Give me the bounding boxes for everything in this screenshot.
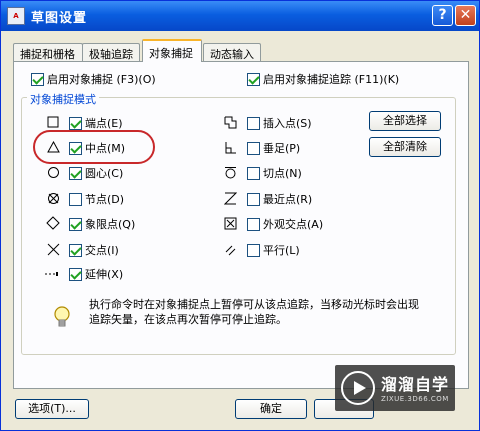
osnap-perpendicular-checkbox[interactable] <box>247 141 260 155</box>
osnap-insertion[interactable]: 插入点(S) <box>247 115 312 131</box>
app-icon: A <box>7 7 25 25</box>
close-button[interactable]: ✕ <box>455 5 476 26</box>
osnap-node-checkbox[interactable] <box>69 192 82 206</box>
tab-dynamic-input[interactable]: 动态输入 <box>203 43 261 62</box>
tab-object-snap[interactable]: 对象捕捉 <box>142 39 202 62</box>
osnap-extension[interactable]: 延伸(X) <box>69 266 123 282</box>
nearest-icon <box>223 191 237 205</box>
osnap-node-label: 节点(D) <box>85 193 125 206</box>
osnap-center-checkbox[interactable] <box>69 166 82 180</box>
osnap-intersection[interactable]: 交点(I) <box>69 242 119 258</box>
tracking-tip-text: 执行命令时在对象捕捉点上暂停可从该点追踪，当移动光标时会出现追踪矢量，在该点再次… <box>89 298 419 326</box>
osnap-extension-label: 延伸(X) <box>85 268 124 281</box>
osnap-tangent-checkbox[interactable] <box>247 166 260 180</box>
enable-tracking-check[interactable]: 启用对象捕捉追踪 (F11)(K) <box>247 71 399 87</box>
enable-osnap-label: 启用对象捕捉 (F3)(O) <box>47 73 156 86</box>
cross-icon <box>46 242 60 256</box>
osnap-extension-checkbox[interactable] <box>69 267 82 281</box>
osnap-tangent[interactable]: 切点(N) <box>247 165 302 181</box>
title-bar[interactable]: A 草图设置 ? ✕ <box>1 1 479 31</box>
osnap-parallel[interactable]: 平行(L) <box>247 242 300 258</box>
osnap-center-label: 圆心(C) <box>85 167 124 180</box>
osnap-endpoint-label: 端点(E) <box>85 117 123 130</box>
osnap-center[interactable]: 圆心(C) <box>69 165 123 181</box>
osnap-apparent-intersection-checkbox[interactable] <box>247 217 260 231</box>
osnap-parallel-label: 平行(L) <box>263 244 300 257</box>
perpendicular-icon <box>223 140 237 154</box>
extension-icon <box>44 266 58 280</box>
osnap-endpoint[interactable]: 端点(E) <box>69 115 123 131</box>
osnap-apparent-intersection[interactable]: 外观交点(A) <box>247 216 323 232</box>
osnap-nearest-checkbox[interactable] <box>247 192 260 206</box>
osnap-quadrant-checkbox[interactable] <box>69 217 82 231</box>
osnap-apparent-intersection-label: 外观交点(A) <box>263 218 324 231</box>
watermark-name: 溜溜自学 <box>381 375 450 394</box>
enable-tracking-checkbox[interactable] <box>247 72 260 86</box>
enable-osnap-check[interactable]: 启用对象捕捉 (F3)(O) <box>31 71 156 87</box>
help-button[interactable]: ? <box>432 5 453 26</box>
tab-polar-tracking[interactable]: 极轴追踪 <box>82 43 140 62</box>
osnap-tangent-label: 切点(N) <box>263 167 302 180</box>
watermark-url: ZIXUE.3D66.COM <box>381 395 449 403</box>
osnap-insertion-checkbox[interactable] <box>247 116 260 130</box>
node-icon <box>46 191 60 205</box>
parallel-icon <box>223 242 237 256</box>
osnap-intersection-checkbox[interactable] <box>69 243 82 257</box>
lightbulb-icon <box>53 305 71 334</box>
ok-button[interactable]: 确定 <box>235 399 307 419</box>
window-title: 草图设置 <box>31 11 88 26</box>
osnap-nearest-label: 最近点(R) <box>263 193 313 206</box>
osnap-perpendicular-label: 垂足(P) <box>263 142 301 155</box>
osnap-modes-title: 对象捕捉模式 <box>27 91 99 107</box>
clear-all-button[interactable]: 全部清除 <box>369 137 441 157</box>
osnap-perpendicular[interactable]: 垂足(P) <box>247 140 300 156</box>
enable-osnap-checkbox[interactable] <box>31 72 44 86</box>
diamond-icon <box>46 216 60 230</box>
tangent-icon <box>223 165 237 179</box>
circle-icon <box>46 165 60 179</box>
insertion-icon <box>223 115 237 129</box>
osnap-intersection-label: 交点(I) <box>85 244 119 257</box>
tab-snap-grid[interactable]: 捕捉和栅格 <box>13 43 83 62</box>
square-icon <box>46 115 60 129</box>
select-all-button[interactable]: 全部选择 <box>369 111 441 131</box>
apparent-intersection-icon <box>223 216 237 230</box>
watermark-overlay: 溜溜自学 ZIXUE.3D66.COM <box>335 365 455 411</box>
drafting-settings-dialog: A 草图设置 ? ✕ 捕捉和栅格 极轴追踪 对象捕捉 动态输入 启用对象捕捉 (… <box>0 0 480 431</box>
osnap-parallel-checkbox[interactable] <box>247 243 260 257</box>
osnap-nearest[interactable]: 最近点(R) <box>247 191 312 207</box>
midpoint-highlight-ellipse <box>33 130 155 164</box>
osnap-endpoint-checkbox[interactable] <box>69 116 82 130</box>
options-button[interactable]: 选项(T)... <box>15 399 89 419</box>
osnap-quadrant[interactable]: 象限点(Q) <box>69 216 135 232</box>
play-logo-icon <box>341 371 375 405</box>
osnap-quadrant-label: 象限点(Q) <box>85 218 136 231</box>
osnap-node[interactable]: 节点(D) <box>69 191 124 207</box>
osnap-insertion-label: 插入点(S) <box>263 117 312 130</box>
enable-tracking-label: 启用对象捕捉追踪 (F11)(K) <box>263 73 400 86</box>
